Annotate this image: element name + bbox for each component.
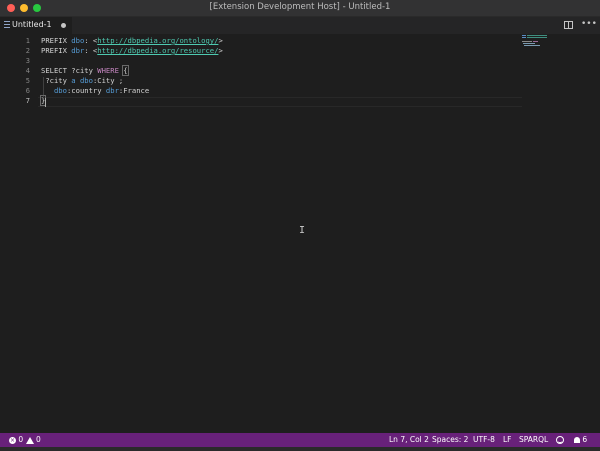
code-token: PREFIX: [41, 36, 72, 45]
notifications-button[interactable]: 6: [574, 435, 587, 444]
code-token: dbr: [105, 86, 119, 95]
minimap[interactable]: [521, 34, 581, 64]
language-mode[interactable]: SPARQL: [519, 435, 548, 444]
code-token: dbr: [71, 46, 85, 55]
code-token: ?city: [41, 76, 72, 85]
code-token: {: [122, 65, 129, 76]
warning-count: 0: [35, 435, 41, 444]
current-line-highlight: [38, 97, 522, 107]
error-count: 0: [18, 435, 24, 444]
tab-label: Untitled-1: [12, 20, 52, 29]
bell-icon: [574, 437, 580, 443]
code-token: :France: [118, 86, 150, 95]
code-token: a: [71, 76, 80, 85]
error-icon: ×: [9, 436, 16, 444]
code-token: SELECT: [41, 66, 72, 75]
code-token: dbo: [79, 76, 93, 85]
warning-icon: [25, 436, 34, 444]
line-number: 1: [25, 37, 30, 45]
cursor-position[interactable]: Ln 7, Col 2: [389, 435, 429, 444]
line-number: 7: [25, 97, 30, 105]
code-token: : <: [84, 46, 98, 55]
code-token: dbo: [53, 86, 67, 95]
code-line[interactable]: dbo:country dbr:France: [41, 86, 149, 96]
indentation-setting[interactable]: Spaces: 2: [432, 435, 468, 444]
text-cursor: [45, 98, 46, 107]
code-line[interactable]: ?city a dbo:City ;: [41, 76, 123, 86]
more-actions-icon[interactable]: •••: [581, 19, 597, 29]
line-number: 4: [25, 67, 30, 75]
code-line[interactable]: PREFIX dbr: <http://dbpedia.org/resource…: [41, 46, 223, 56]
problems-indicator[interactable]: × 0 0: [9, 435, 41, 444]
code-token: >: [218, 36, 223, 45]
code-line[interactable]: SELECT ?city WHERE {: [41, 65, 129, 76]
encoding-setting[interactable]: UTF-8: [473, 435, 495, 444]
line-number: 5: [25, 77, 30, 85]
code-token: ?city: [71, 66, 98, 75]
editor-area[interactable]: 1234567 PREFIX dbo: <http://dbpedia.org/…: [0, 34, 600, 433]
code-token: :country: [66, 86, 106, 95]
line-number: 6: [25, 87, 30, 95]
window-title: [Extension Development Host] - Untitled-…: [209, 2, 391, 12]
line-number: 2: [25, 47, 30, 55]
eol-setting[interactable]: LF: [503, 435, 512, 444]
line-number: 3: [25, 57, 30, 65]
smile-icon: [556, 436, 564, 444]
tab-bar: Untitled-1 •••: [0, 17, 600, 34]
code-token: :City ;: [92, 76, 124, 85]
code-token: http://dbpedia.org/resource/: [97, 46, 219, 55]
status-bar: × 0 0 Ln 7, Col 2 Spaces: 2 UTF-8 LF SPA…: [0, 433, 600, 447]
notification-count: 6: [582, 435, 588, 444]
mouse-ibeam-cursor: I: [299, 225, 306, 236]
code-token: >: [218, 46, 223, 55]
window-bottom-edge: [0, 447, 600, 451]
code-token: WHERE: [97, 66, 119, 75]
code-token: PREFIX: [41, 46, 72, 55]
code-token: dbo: [71, 36, 85, 45]
title-bar: [Extension Development Host] - Untitled-…: [0, 0, 600, 17]
vscode-window: [Extension Development Host] - Untitled-…: [0, 0, 600, 451]
list-icon: [4, 21, 10, 29]
code-token: : <: [84, 36, 98, 45]
split-editor-icon[interactable]: [564, 21, 573, 29]
code-line[interactable]: PREFIX dbo: <http://dbpedia.org/ontology…: [41, 36, 223, 46]
tab-untitled-1[interactable]: Untitled-1: [0, 17, 72, 34]
feedback-smile-icon[interactable]: [556, 435, 564, 444]
unsaved-dot-icon[interactable]: [61, 23, 66, 28]
code-token: http://dbpedia.org/ontology/: [97, 36, 219, 45]
